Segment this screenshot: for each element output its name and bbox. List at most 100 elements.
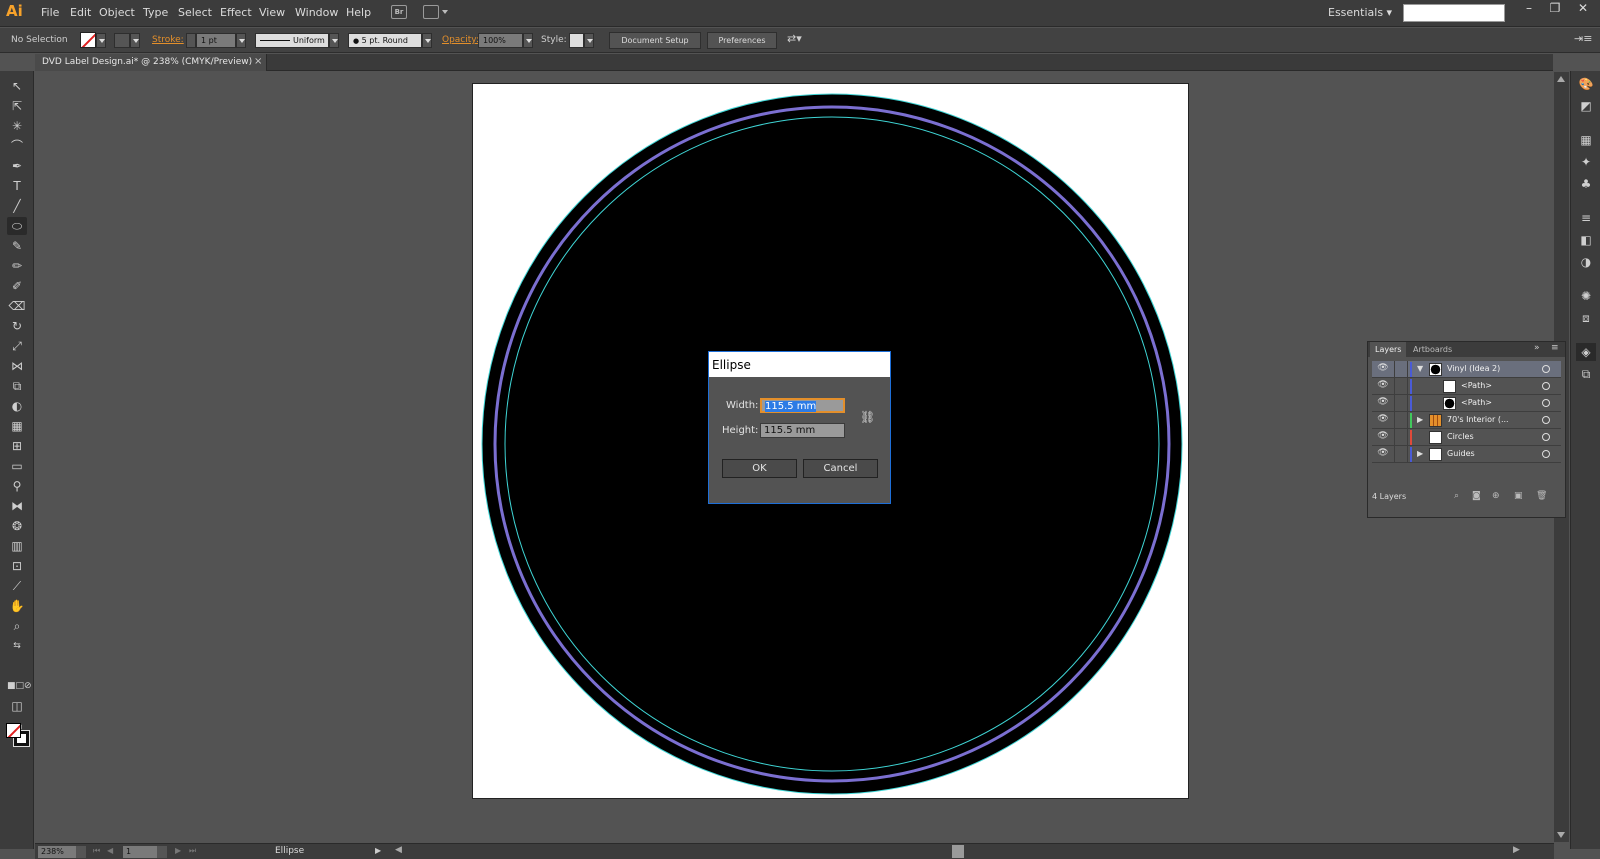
search-input[interactable] xyxy=(1403,4,1505,22)
zoom-tool-icon[interactable]: ⌕ xyxy=(7,617,27,635)
stroke-weight-stepper[interactable] xyxy=(186,33,196,48)
close-icon[interactable]: ✕ xyxy=(1570,1,1596,18)
menu-view[interactable]: View xyxy=(259,6,285,19)
appearance-icon[interactable]: ✺ xyxy=(1576,287,1596,305)
cancel-button[interactable]: Cancel xyxy=(803,459,878,478)
scroll-up-icon[interactable] xyxy=(1557,76,1565,82)
transparency-icon[interactable]: ◑ xyxy=(1576,253,1596,271)
document-setup-button[interactable]: Document Setup xyxy=(609,32,701,49)
layer-row[interactable]: 👁 ▶ 70's Interior (... xyxy=(1372,412,1561,429)
lock-toggle[interactable] xyxy=(1394,429,1408,446)
lock-toggle[interactable] xyxy=(1394,446,1408,463)
swap-fill-stroke-icon[interactable]: ⇆ xyxy=(7,637,27,655)
symbols-icon[interactable]: ♣ xyxy=(1576,175,1596,193)
ellipse-tool-icon[interactable]: ⬭ xyxy=(7,217,27,235)
stroke-weight-dropdown[interactable] xyxy=(236,33,246,48)
horizontal-scroll-thumb[interactable] xyxy=(952,845,964,858)
menu-type[interactable]: Type xyxy=(143,6,168,19)
visibility-eye-icon[interactable]: 👁 xyxy=(1374,380,1392,393)
type-tool-icon[interactable]: T xyxy=(7,177,27,195)
perspective-grid-tool-icon[interactable]: ▦ xyxy=(7,417,27,435)
opacity-field[interactable]: 100% xyxy=(478,33,523,48)
artboard-dropdown[interactable] xyxy=(157,846,167,858)
transform-icon[interactable]: ⇄▾ xyxy=(787,32,802,45)
target-circle-icon[interactable] xyxy=(1542,450,1550,458)
next-artboard-icon[interactable]: ▶ xyxy=(175,846,181,855)
graphic-style-swatch[interactable] xyxy=(569,33,584,48)
new-sublayer-icon[interactable]: ⊕ xyxy=(1492,491,1500,501)
width-tool-icon[interactable]: ⋈ xyxy=(7,357,27,375)
stroke-weight-field[interactable]: 1 pt xyxy=(196,33,236,48)
color-guide-icon[interactable]: 🎨 xyxy=(1576,75,1596,93)
graphic-style-dropdown[interactable] xyxy=(584,33,594,48)
lock-toggle[interactable] xyxy=(1394,361,1408,378)
visibility-eye-icon[interactable]: 👁 xyxy=(1374,431,1392,444)
menu-select[interactable]: Select xyxy=(178,6,212,19)
gradient-icon[interactable]: ◧ xyxy=(1576,231,1596,249)
bridge-icon[interactable]: Br xyxy=(391,5,407,19)
menu-window[interactable]: Window xyxy=(295,6,338,19)
visibility-eye-icon[interactable]: 👁 xyxy=(1374,363,1392,376)
workspace-switcher[interactable]: Essentials ▾ xyxy=(1328,6,1392,19)
symbol-sprayer-tool-icon[interactable]: ❂ xyxy=(7,517,27,535)
color-panel-icon[interactable]: ◩ xyxy=(1576,97,1596,115)
tab-artboards[interactable]: Artboards xyxy=(1408,342,1457,357)
scale-tool-icon[interactable]: ⤢ xyxy=(7,337,27,355)
lasso-tool-icon[interactable]: ⌒ xyxy=(7,137,27,155)
zoom-field[interactable]: 238% xyxy=(38,846,76,858)
scroll-right-icon[interactable]: ▶ xyxy=(1513,845,1520,855)
menu-edit[interactable]: Edit xyxy=(70,6,91,19)
minimize-icon[interactable]: – xyxy=(1516,1,1542,18)
status-menu-icon[interactable]: ▶ xyxy=(375,846,381,855)
layer-row[interactable]: 👁 <Path> xyxy=(1372,378,1561,395)
layers-icon[interactable]: ◈ xyxy=(1576,343,1596,361)
expand-down-icon[interactable]: ▼ xyxy=(1417,364,1423,373)
eraser-tool-icon[interactable]: ⌫ xyxy=(7,297,27,315)
document-tab[interactable]: DVD Label Design.ai* @ 238% (CMYK/Previe… xyxy=(35,54,267,71)
artboard-number-field[interactable]: 1 xyxy=(123,846,157,858)
layer-row[interactable]: 👁 <Path> xyxy=(1372,395,1561,412)
slice-tool-icon[interactable]: ⟋ xyxy=(7,577,27,595)
column-graph-tool-icon[interactable]: ▥ xyxy=(7,537,27,555)
current-tool-status[interactable]: Ellipse xyxy=(275,846,304,856)
visibility-eye-icon[interactable]: 👁 xyxy=(1374,397,1392,410)
target-circle-icon[interactable] xyxy=(1542,416,1550,424)
stroke-profile-dropdown[interactable] xyxy=(329,33,339,48)
previous-artboard-icon[interactable]: ◀ xyxy=(107,846,113,855)
opacity-dropdown[interactable] xyxy=(523,33,533,48)
direct-selection-tool-icon[interactable]: ⇱ xyxy=(7,97,27,115)
preferences-button[interactable]: Preferences xyxy=(707,32,777,49)
shape-builder-tool-icon[interactable]: ◐ xyxy=(7,397,27,415)
fill-dropdown[interactable] xyxy=(96,33,106,48)
tab-layers[interactable]: Layers xyxy=(1370,342,1407,357)
stroke-color-dropdown[interactable] xyxy=(130,33,140,48)
layer-row[interactable]: 👁 ▶ Guides xyxy=(1372,446,1561,463)
layer-row[interactable]: 👁 ▼ Vinyl (Idea 2) xyxy=(1372,361,1561,378)
gradient-tool-icon[interactable]: ▭ xyxy=(7,457,27,475)
scroll-left-icon[interactable]: ◀ xyxy=(395,845,402,855)
rotate-tool-icon[interactable]: ↻ xyxy=(7,317,27,335)
height-field[interactable]: 115.5 mm xyxy=(760,423,845,438)
fill-none-swatch[interactable] xyxy=(80,32,96,48)
lock-toggle[interactable] xyxy=(1394,412,1408,429)
arrange-documents-icon[interactable] xyxy=(423,5,439,19)
collapse-panel-icon[interactable]: » xyxy=(1534,343,1540,353)
ok-button[interactable]: OK xyxy=(722,459,797,478)
blend-tool-icon[interactable]: ⧓ xyxy=(7,497,27,515)
clipping-mask-icon[interactable]: ◙ xyxy=(1472,491,1481,501)
locate-object-icon[interactable]: ⌕ xyxy=(1454,491,1459,501)
expand-right-icon[interactable]: ▶ xyxy=(1417,415,1423,424)
restore-icon[interactable]: ❐ xyxy=(1542,1,1568,18)
selection-tool-icon[interactable]: ↖ xyxy=(7,77,27,95)
target-circle-icon[interactable] xyxy=(1542,365,1550,373)
menu-effect[interactable]: Effect xyxy=(220,6,252,19)
lock-toggle[interactable] xyxy=(1394,395,1408,412)
stroke-swatch[interactable] xyxy=(114,33,130,48)
width-field[interactable]: 115.5 mm xyxy=(760,398,845,413)
artboard-tool-icon[interactable]: ⊡ xyxy=(7,557,27,575)
scroll-down-icon[interactable] xyxy=(1557,832,1565,838)
brush-definition-field[interactable]: ● 5 pt. Round xyxy=(348,33,422,48)
layer-row[interactable]: 👁 Circles xyxy=(1372,429,1561,446)
chevron-down-icon[interactable] xyxy=(442,10,448,14)
brush-dropdown[interactable] xyxy=(422,33,432,48)
